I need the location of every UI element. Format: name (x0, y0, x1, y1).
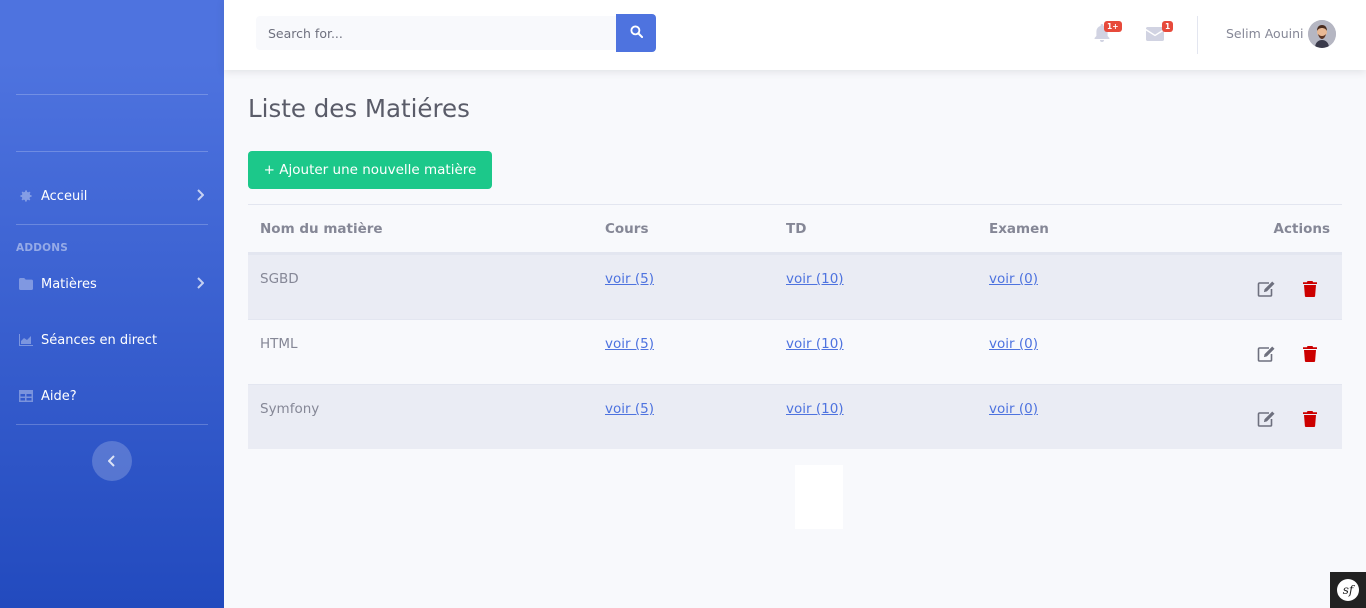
avatar[interactable] (1308, 20, 1336, 48)
sidebar: Acceuil ADDONS Matières Séances en direc… (0, 0, 224, 608)
chevron-right-icon (196, 189, 205, 205)
alerts-badge: 1+ (1104, 21, 1122, 32)
gear-icon (18, 188, 34, 204)
sidebar-item-label: Séances en direct (41, 332, 158, 348)
search-icon (629, 25, 643, 41)
trash-icon[interactable] (1300, 409, 1320, 429)
sidebar-item-aide[interactable]: Aide? (16, 384, 208, 408)
chevron-left-icon (107, 452, 116, 471)
table-row: SGBD voir (5) voir (10) voir (0) (248, 254, 1342, 319)
search-input[interactable] (256, 16, 616, 50)
sidebar-heading: ADDONS (16, 242, 69, 254)
column-header-td: TD (786, 221, 807, 237)
messages-button[interactable]: 1 (1146, 21, 1174, 46)
topbar-divider (1197, 16, 1198, 54)
trash-icon[interactable] (1300, 344, 1320, 364)
td-link[interactable]: voir (10) (786, 401, 844, 417)
sidebar-item-label: Matières (41, 276, 97, 292)
edit-icon[interactable] (1256, 279, 1276, 299)
edit-icon[interactable] (1256, 344, 1276, 364)
column-header-nom: Nom du matière (260, 221, 383, 237)
matiere-name: SGBD (260, 271, 299, 287)
table-row: HTML voir (5) voir (10) voir (0) (248, 319, 1342, 384)
matiere-name: HTML (260, 336, 298, 352)
topbar: 1+ 1 Selim Aouini (224, 0, 1366, 70)
empty-placeholder-box (795, 465, 843, 529)
trash-icon[interactable] (1300, 279, 1320, 299)
sidebar-divider (16, 151, 208, 152)
column-header-cours: Cours (605, 221, 649, 237)
symfony-toolbar-button[interactable]: sf (1330, 572, 1366, 608)
alerts-button[interactable]: 1+ (1094, 21, 1122, 46)
table-header: Nom du matière Cours TD Examen Actions (248, 204, 1342, 254)
matiere-name: Symfony (260, 401, 320, 417)
edit-icon[interactable] (1256, 409, 1276, 429)
sidebar-item-seances[interactable]: Séances en direct (16, 328, 208, 352)
sidebar-item-acceuil[interactable]: Acceuil (16, 184, 208, 208)
table-icon (18, 388, 34, 404)
cours-link[interactable]: voir (5) (605, 336, 654, 352)
column-header-actions: Actions (1273, 221, 1330, 237)
td-link[interactable]: voir (10) (786, 271, 844, 287)
search-bar (256, 14, 656, 54)
folder-icon (18, 276, 34, 292)
cours-link[interactable]: voir (5) (605, 401, 654, 417)
sidebar-divider (16, 224, 208, 225)
sidebar-item-label: Aide? (41, 388, 77, 404)
sidebar-item-matieres[interactable]: Matières (16, 272, 208, 296)
symfony-logo-icon: sf (1337, 579, 1359, 601)
add-matiere-button[interactable]: + Ajouter une nouvelle matière (248, 151, 492, 189)
matieres-table: Nom du matière Cours TD Examen Actions S… (248, 204, 1342, 449)
chart-area-icon (18, 332, 34, 348)
cours-link[interactable]: voir (5) (605, 271, 654, 287)
column-header-examen: Examen (989, 221, 1049, 237)
page-title: Liste des Matiéres (248, 94, 470, 123)
examen-link[interactable]: voir (0) (989, 401, 1038, 417)
chevron-right-icon (196, 277, 205, 293)
td-link[interactable]: voir (10) (786, 336, 844, 352)
table-row: Symfony voir (5) voir (10) voir (0) (248, 384, 1342, 449)
search-button[interactable] (616, 14, 656, 52)
sidebar-toggle-button[interactable] (92, 441, 132, 481)
user-name[interactable]: Selim Aouini (1226, 26, 1304, 41)
examen-link[interactable]: voir (0) (989, 336, 1038, 352)
sidebar-divider (16, 424, 208, 425)
sidebar-item-label: Acceuil (41, 188, 88, 204)
sidebar-divider (16, 94, 208, 95)
examen-link[interactable]: voir (0) (989, 271, 1038, 287)
messages-badge: 1 (1162, 21, 1174, 32)
